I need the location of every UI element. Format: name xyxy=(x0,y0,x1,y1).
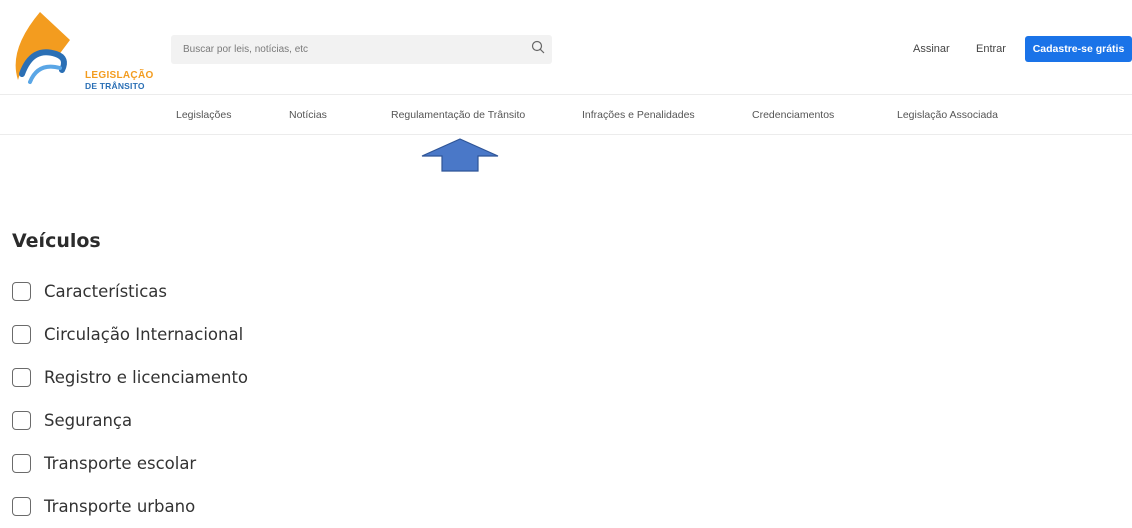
checkbox-registro-licenciamento[interactable]: Registro e licenciamento xyxy=(12,356,248,399)
checkbox-box[interactable] xyxy=(12,497,31,516)
section-heading: Veículos xyxy=(12,230,101,252)
checkbox-transporte-escolar[interactable]: Transporte escolar xyxy=(12,442,248,485)
subscribe-link[interactable]: Assinar xyxy=(913,43,950,55)
login-link[interactable]: Entrar xyxy=(976,43,1006,55)
checkbox-box[interactable] xyxy=(12,368,31,387)
signup-button[interactable]: Cadastre-se grátis xyxy=(1025,36,1132,62)
logo-line1: LEGISLAÇÃO xyxy=(85,70,154,81)
logo-text: LEGISLAÇÃO DE TRÂNSITO xyxy=(85,71,154,91)
checkbox-label: Registro e licenciamento xyxy=(44,368,249,387)
checkbox-label: Circulação Internacional xyxy=(44,325,244,344)
checkbox-label: Características xyxy=(44,282,168,301)
search-input[interactable] xyxy=(171,35,511,64)
up-arrow-icon xyxy=(421,138,499,172)
filter-checkbox-list: Características Circulação Internacional… xyxy=(12,270,248,528)
nav-item-credenciamentos[interactable]: Credenciamentos xyxy=(752,109,834,121)
checkbox-caracteristicas[interactable]: Características xyxy=(12,270,248,313)
nav-divider xyxy=(0,134,1132,135)
logo-road-icon xyxy=(15,12,70,84)
nav-item-legislacao-associada[interactable]: Legislação Associada xyxy=(897,109,998,121)
nav-item-infracoes[interactable]: Infrações e Penalidades xyxy=(582,109,695,121)
checkbox-box[interactable] xyxy=(12,411,31,430)
nav-item-legislacoes[interactable]: Legislações xyxy=(176,109,231,121)
header-divider xyxy=(0,94,1132,95)
checkbox-label: Transporte escolar xyxy=(44,454,197,473)
nav-item-regulamentacao[interactable]: Regulamentação de Trânsito xyxy=(391,109,525,121)
checkbox-label: Transporte urbano xyxy=(44,497,196,516)
nav-item-noticias[interactable]: Notícias xyxy=(289,109,327,121)
checkbox-transporte-urbano[interactable]: Transporte urbano xyxy=(12,485,248,528)
checkbox-circulacao-internacional[interactable]: Circulação Internacional xyxy=(12,313,248,356)
checkbox-seguranca[interactable]: Segurança xyxy=(12,399,248,442)
logo-line2: DE TRÂNSITO xyxy=(85,81,145,91)
search-icon[interactable] xyxy=(531,40,545,54)
checkbox-box[interactable] xyxy=(12,282,31,301)
checkbox-box[interactable] xyxy=(12,454,31,473)
checkbox-label: Segurança xyxy=(44,411,133,430)
search-bar xyxy=(171,35,552,64)
site-logo[interactable]: LEGISLAÇÃO DE TRÂNSITO xyxy=(10,10,153,90)
checkbox-box[interactable] xyxy=(12,325,31,344)
